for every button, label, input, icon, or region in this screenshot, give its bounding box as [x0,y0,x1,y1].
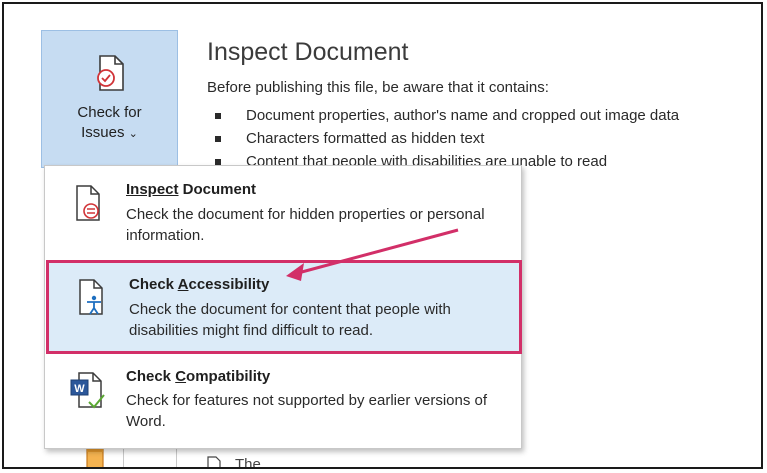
menu-item-description: Check the document for hidden properties… [126,206,485,244]
menu-item-description: Check the document for content that peop… [129,301,451,339]
menu-item-title: Check Compatibility [126,368,271,385]
small-document-icon [207,456,221,467]
list-item: Characters formatted as hidden text [213,127,679,150]
inspect-document-title: Inspect Document [207,38,409,66]
menu-item-title: Inspect Document [126,181,257,198]
list-item: Document properties, author's name and c… [213,104,679,127]
check-for-issues-menu: Inspect Document Check the document for … [44,165,522,449]
button-label-line1: Check for [77,104,142,121]
partial-bottom-text: The [235,456,261,469]
inspect-document-description: Before publishing this file, be aware th… [207,79,549,96]
check-for-issues-button[interactable]: Check for Issues ⌄ [41,30,178,168]
accessibility-icon [79,279,103,315]
menu-item-inspect-document[interactable]: Inspect Document Check the document for … [45,166,521,258]
menu-item-title: Check Accessibility [129,276,270,293]
svg-text:W: W [74,383,85,395]
chevron-down-icon: ⌄ [128,128,138,140]
document-check-icon [97,55,124,91]
screenshot-frame: Check for Issues ⌄ Inspect Document Befo… [2,2,763,469]
compatibility-icon: W [70,372,105,409]
menu-item-description: Check for features not supported by earl… [126,392,488,430]
menu-item-check-compatibility[interactable]: W Check Compatibility Check for features… [45,356,521,450]
check-for-issues-label: Check for Issues ⌄ [42,103,177,144]
inspect-findings-list: Document properties, author's name and c… [213,104,679,173]
inspect-document-icon [76,185,100,221]
button-label-line2: Issues ⌄ [81,124,138,141]
partial-bottom-row: The [207,456,261,469]
menu-item-check-accessibility[interactable]: Check Accessibility Check the document f… [46,260,522,354]
